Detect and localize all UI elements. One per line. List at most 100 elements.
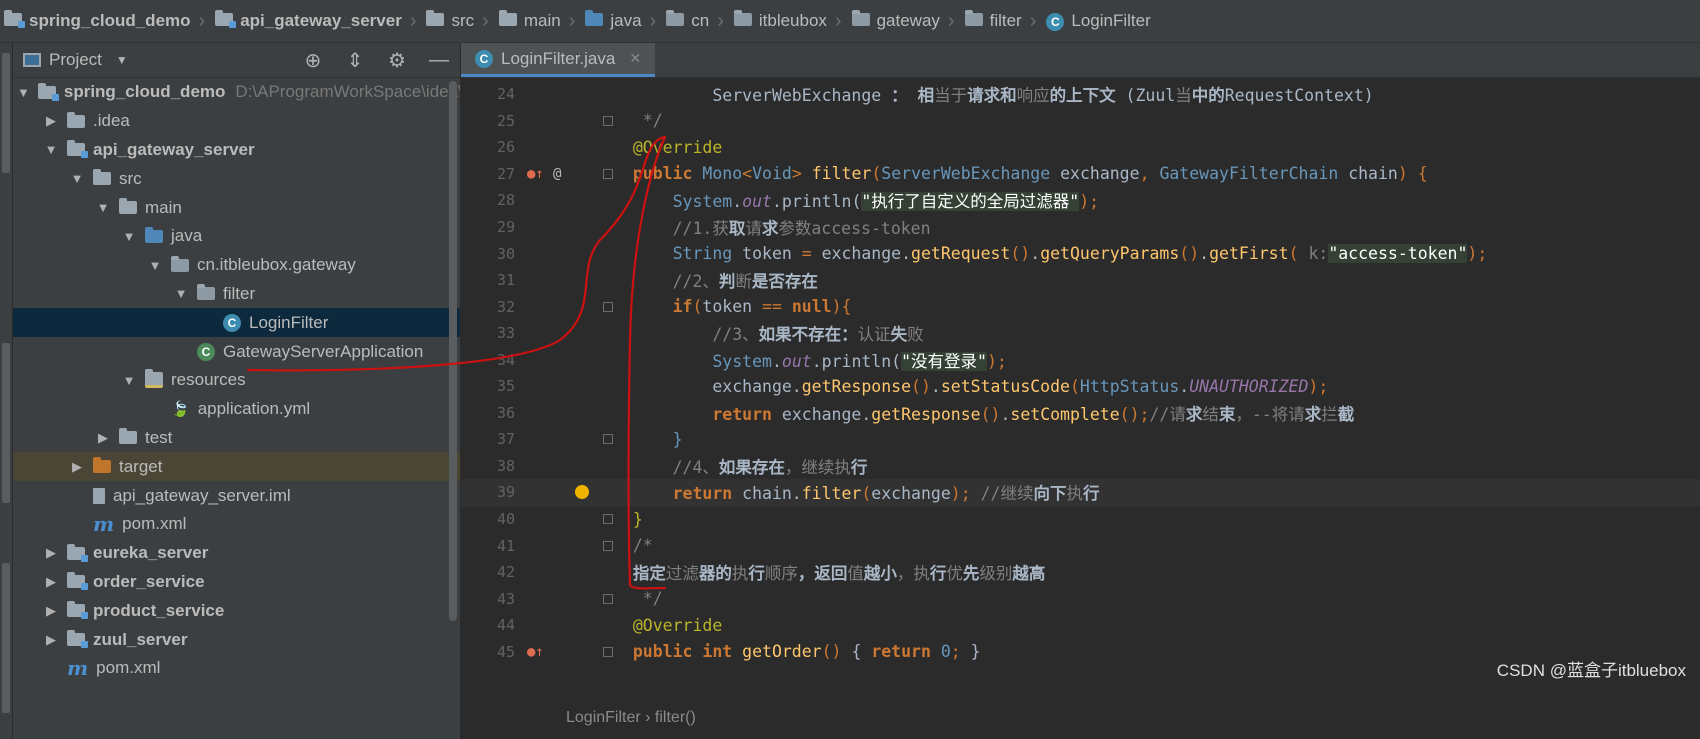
code-token: public int: [613, 642, 743, 662]
tree-item[interactable]: ▼ cn.itbleubox.gateway: [13, 251, 460, 280]
breadcrumb-item[interactable]: java: [581, 10, 645, 31]
breadcrumb-item[interactable]: gateway: [848, 10, 944, 31]
tree-item[interactable]: ▶ eureka_server: [13, 539, 460, 568]
chevron-down-icon[interactable]: ▼: [147, 258, 163, 273]
editor-tabs: C LoginFilter.java ✕: [461, 43, 1700, 78]
tree-item[interactable]: ▼ main: [13, 193, 460, 222]
tree-item[interactable]: C GatewayServerApplication: [13, 337, 460, 366]
code-line[interactable]: 36 return exchange.getResponse().setComp…: [461, 400, 1700, 427]
chevron-right-icon[interactable]: ▶: [95, 430, 111, 446]
chevron-down-icon[interactable]: ▼: [17, 85, 30, 100]
code-token: setStatusCode: [940, 376, 1070, 396]
tree-item[interactable]: ▼ api_gateway_server: [13, 136, 460, 165]
breadcrumb-item[interactable]: main: [495, 10, 565, 31]
tree-item[interactable]: ▶ test: [13, 424, 460, 453]
annotation-marker-icon[interactable]: @: [553, 166, 561, 182]
chevron-right-icon[interactable]: ▶: [43, 545, 59, 561]
code-line[interactable]: 31 //2、判断是否存在: [461, 267, 1700, 294]
code-editor[interactable]: 24 ServerWebExchange ： 相当于请求和响应的上下文 (Zuu…: [461, 81, 1700, 665]
code-line[interactable]: 42 指定过滤器的执行顺序，返回值越小，执行优先级别越高: [461, 559, 1700, 586]
tree-item[interactable]: m pom.xml: [13, 510, 460, 539]
tree-item[interactable]: ▶ product_service: [13, 596, 460, 625]
breadcrumb-item[interactable]: api_gateway_server: [211, 10, 406, 31]
code-line[interactable]: 30 String token = exchange.getRequest().…: [461, 240, 1700, 267]
code-line[interactable]: 25 */: [461, 108, 1700, 135]
chevron-right-icon[interactable]: ▶: [43, 632, 59, 648]
chevron-down-icon[interactable]: ▼: [121, 373, 137, 388]
code-line[interactable]: 39 return chain.filter(exchange); //继续向下…: [461, 479, 1700, 506]
project-scrollbar[interactable]: [449, 81, 457, 621]
fold-marker-icon[interactable]: [603, 514, 613, 525]
fold-marker-icon[interactable]: [603, 115, 613, 126]
chevron-down-icon[interactable]: ▼: [69, 171, 85, 186]
chevron-right-icon[interactable]: ▶: [69, 459, 85, 475]
code-line[interactable]: 34 System.out.println("没有登录");: [461, 346, 1700, 373]
override-marker-icon[interactable]: ●↑: [527, 166, 544, 182]
project-tool-tab[interactable]: [2, 53, 10, 173]
breadcrumb-item[interactable]: C LoginFilter: [1042, 11, 1154, 31]
chevron-down-icon[interactable]: ▼: [43, 142, 59, 157]
tree-item[interactable]: ▼ filter: [13, 280, 460, 309]
structure-tool-tab[interactable]: [2, 343, 10, 503]
tree-item[interactable]: ▶ zuul_server: [13, 625, 460, 654]
chevron-down-icon[interactable]: ▼: [95, 200, 111, 215]
breadcrumb-item[interactable]: itbleubox: [730, 10, 831, 31]
fold-marker-icon[interactable]: [603, 301, 613, 312]
code-line[interactable]: 37 }: [461, 426, 1700, 453]
code-token: 的上下文: [1049, 86, 1116, 106]
code-line[interactable]: 24 ServerWebExchange ： 相当于请求和响应的上下文 (Zuu…: [461, 81, 1700, 108]
breadcrumb-item[interactable]: filter: [961, 10, 1026, 31]
tree-item[interactable]: ▼ spring_cloud_demo D:\AProgramWorkSpace\i…: [13, 78, 460, 107]
chevron-down-icon[interactable]: ▼: [173, 286, 189, 301]
tree-item[interactable]: ▼ java: [13, 222, 460, 251]
editor-breadcrumb[interactable]: LoginFilter › filter(): [566, 709, 696, 727]
favorites-tool-tab[interactable]: [2, 563, 10, 713]
gear-icon[interactable]: ⚙: [386, 48, 408, 73]
breadcrumb-item[interactable]: cn: [662, 10, 713, 31]
fold-marker-icon[interactable]: [603, 540, 613, 551]
code-token: RequestContext): [1224, 86, 1374, 106]
code-line[interactable]: 43 */: [461, 585, 1700, 612]
breadcrumb-item[interactable]: src: [422, 10, 478, 31]
tree-item[interactable]: 🍃 application.yml: [13, 395, 460, 424]
code-line[interactable]: 38 //4、如果存在，继续执行: [461, 453, 1700, 480]
hide-icon[interactable]: —: [428, 49, 450, 72]
chevron-right-icon[interactable]: ▶: [43, 603, 59, 619]
project-view-selector[interactable]: Project ▼: [13, 50, 128, 70]
collapse-all-icon[interactable]: ⇕: [344, 48, 366, 73]
code-line[interactable]: 26 @Override: [461, 134, 1700, 161]
chevron-right-icon[interactable]: ▶: [43, 113, 59, 129]
code-text: ServerWebExchange ： 相当于请求和响应的上下文 (Zuul当中…: [613, 82, 1374, 106]
code-token: out: [781, 351, 812, 371]
code-line[interactable]: 27 ●↑ @ public Mono<Void> filter(ServerWeb…: [461, 161, 1700, 188]
tree-item[interactable]: api_gateway_server.iml: [13, 481, 460, 510]
code-line[interactable]: 29 //1.获取请求参数access-token: [461, 214, 1700, 241]
override-marker-icon[interactable]: ●↑: [527, 644, 544, 660]
tree-item[interactable]: ▼ src: [13, 164, 460, 193]
code-line[interactable]: 40 }: [461, 506, 1700, 533]
code-line[interactable]: 33 //3、如果不存在：认证失败: [461, 320, 1700, 347]
breadcrumb-item[interactable]: spring_cloud_demo: [0, 10, 195, 31]
editor-tab-loginfilter[interactable]: C LoginFilter.java ✕: [461, 43, 656, 77]
fold-marker-icon[interactable]: [603, 593, 613, 604]
code-line[interactable]: 28 System.out.println("执行了自定义的全局过滤器");: [461, 187, 1700, 214]
chevron-right-icon[interactable]: ▶: [43, 574, 59, 590]
fold-marker-icon[interactable]: [603, 646, 613, 657]
tree-item[interactable]: ▶ order_service: [13, 568, 460, 597]
fold-marker-icon[interactable]: [603, 434, 613, 445]
close-icon[interactable]: ✕: [629, 50, 641, 67]
lightbulb-icon[interactable]: [575, 485, 589, 500]
code-line[interactable]: 41 /*: [461, 532, 1700, 559]
locate-icon[interactable]: ⊕: [302, 48, 324, 73]
code-line[interactable]: 35 exchange.getResponse().setStatusCode(…: [461, 373, 1700, 400]
tree-item[interactable]: ▶ target: [13, 452, 460, 482]
tree-item[interactable]: C LoginFilter: [13, 308, 460, 338]
tree-item[interactable]: m pom.xml: [13, 654, 460, 683]
code-line[interactable]: 44 @Override: [461, 612, 1700, 639]
fold-marker-icon[interactable]: [603, 168, 613, 179]
tree-item[interactable]: ▶ .idea: [13, 107, 460, 136]
tree-item[interactable]: ▼ resources: [13, 366, 460, 395]
breadcrumb-label: LoginFilter: [1071, 11, 1151, 30]
chevron-down-icon[interactable]: ▼: [121, 229, 137, 244]
code-line[interactable]: 32 if(token == null){: [461, 293, 1700, 320]
